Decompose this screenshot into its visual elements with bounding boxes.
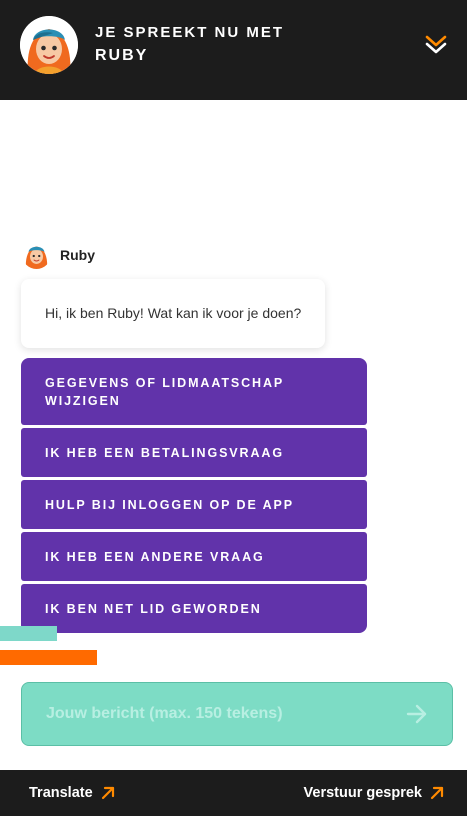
translate-label: Translate xyxy=(29,785,93,801)
arrow-right-icon[interactable] xyxy=(406,703,428,725)
option-button-andere-vraag[interactable]: IK HEB EEN ANDERE VRAAG xyxy=(21,532,367,581)
option-button-hulp-inloggen[interactable]: HULP BIJ INLOGGEN OP DE APP xyxy=(21,480,367,529)
header-subtitle: JE SPREEKT NU MET xyxy=(95,24,285,41)
chat-footer: Translate Verstuur gesprek xyxy=(0,770,467,816)
agent-name: Ruby xyxy=(60,247,95,263)
ruby-avatar-icon xyxy=(20,16,78,74)
option-button-betalingsvraag[interactable]: IK HEB EEN BETALINGSVRAAG xyxy=(21,428,367,477)
chat-header: JE SPREEKT NU MET RUBY xyxy=(0,0,467,100)
chat-message-bubble: Hi, ik ben Ruby! Wat kan ik voor je doen… xyxy=(21,279,325,348)
decorative-orange-stripe xyxy=(0,650,97,665)
translate-link[interactable]: Translate xyxy=(29,785,115,801)
send-conversation-link[interactable]: Verstuur gesprek xyxy=(304,785,444,801)
option-button-gegevens-wijzigen[interactable]: GEGEVENS OF LIDMAATSCHAP WIJZIGEN xyxy=(21,358,367,425)
send-conversation-label: Verstuur gesprek xyxy=(303,785,422,801)
chat-message-text: Hi, ik ben Ruby! Wat kan ik voor je doen… xyxy=(45,305,302,321)
header-agent-name: RUBY xyxy=(95,47,149,64)
chevron-double-down-icon[interactable] xyxy=(424,32,448,56)
message-input-box xyxy=(21,682,453,746)
message-input[interactable] xyxy=(22,683,392,745)
ruby-avatar-icon xyxy=(22,240,51,269)
option-button-net-lid[interactable]: IK BEN NET LID GEWORDEN xyxy=(21,584,367,633)
arrow-up-right-icon xyxy=(101,786,114,800)
arrow-up-right-icon xyxy=(430,786,444,800)
decorative-teal-stripe xyxy=(0,626,57,641)
